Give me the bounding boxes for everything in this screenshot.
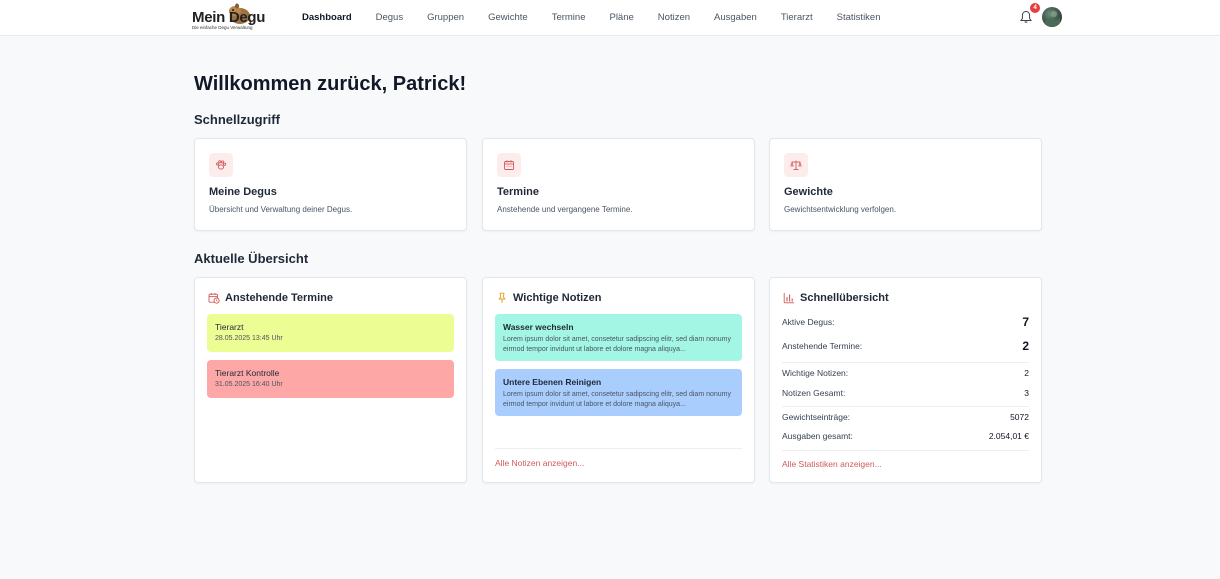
bar-chart-icon xyxy=(783,293,794,304)
appointment-title: Tierarzt xyxy=(215,322,244,332)
nav-dashboard[interactable]: Dashboard xyxy=(302,12,352,23)
stat-value: 5072 xyxy=(1010,412,1029,422)
nav-notizen[interactable]: Notizen xyxy=(658,12,690,23)
stat-row-weight-entries: Gewichtseinträge: 5072 xyxy=(782,412,1029,422)
divider xyxy=(782,406,1029,407)
stat-label: Ausgaben gesamt: xyxy=(782,431,853,441)
calendar-clock-icon xyxy=(208,293,220,304)
stat-value: 7 xyxy=(1022,315,1029,329)
top-navbar: Mein Degu Die einfache Degu Verwaltung D… xyxy=(0,0,1220,36)
stat-value: 2 xyxy=(1024,368,1029,378)
logo-subtitle: Die einfache Degu Verwaltung xyxy=(192,25,253,30)
nav-plaene[interactable]: Pläne xyxy=(609,12,633,23)
logo-title: Mein Degu xyxy=(192,9,266,26)
paw-icon-box xyxy=(209,153,233,177)
quick-access-heading: Schnellzugriff xyxy=(194,112,280,127)
note-text: Lorem ipsum dolor sit amet, consetetur s… xyxy=(503,391,731,408)
note-title: Wasser wechseln xyxy=(503,322,574,332)
scale-icon xyxy=(790,160,802,170)
paw-icon xyxy=(216,160,227,170)
quick-card-description: Gewichtsentwicklung verfolgen. xyxy=(784,205,897,214)
stat-row-active-degus: Aktive Degus: 7 xyxy=(782,315,1029,329)
card-title: Wichtige Notizen xyxy=(513,292,602,304)
nav-ausgaben[interactable]: Ausgaben xyxy=(714,12,757,23)
nav-degus[interactable]: Degus xyxy=(376,12,403,23)
all-statistics-link[interactable]: Alle Statistiken anzeigen... xyxy=(782,459,882,469)
upcoming-appointments-card: Anstehende Termine Tierarzt 28.05.2025 1… xyxy=(194,277,467,483)
user-avatar[interactable] xyxy=(1042,7,1062,27)
app-logo[interactable]: Mein Degu Die einfache Degu Verwaltung xyxy=(190,2,266,34)
divider xyxy=(782,450,1029,451)
overview-heading: Aktuelle Übersicht xyxy=(194,251,309,266)
card-header: Schnellübersicht xyxy=(783,292,889,304)
appointment-item[interactable]: Tierarzt Kontrolle 31.05.2025 16:40 Uhr xyxy=(207,360,454,398)
stat-row-upcoming-appointments: Anstehende Termine: 2 xyxy=(782,339,1029,353)
nav-statistiken[interactable]: Statistiken xyxy=(837,12,881,23)
nav-tierarzt[interactable]: Tierarzt xyxy=(781,12,813,23)
quick-card-title: Gewichte xyxy=(784,186,833,198)
stat-row-total-notes: Notizen Gesamt: 3 xyxy=(782,388,1029,398)
quick-card-title: Termine xyxy=(497,186,539,198)
notification-bell-icon[interactable] xyxy=(1019,10,1033,24)
notification-count-badge: 4 xyxy=(1030,3,1040,13)
card-header: Wichtige Notizen xyxy=(496,292,602,304)
note-item[interactable]: Wasser wechseln Lorem ipsum dolor sit am… xyxy=(495,314,742,361)
quick-stats-card: Schnellübersicht Aktive Degus: 7 Anstehe… xyxy=(769,277,1042,483)
card-title: Schnellübersicht xyxy=(800,292,889,304)
card-header: Anstehende Termine xyxy=(208,292,333,304)
nav-gruppen[interactable]: Gruppen xyxy=(427,12,464,23)
main-navigation: Dashboard Degus Gruppen Gewichte Termine… xyxy=(302,0,905,35)
note-item[interactable]: Untere Ebenen Reinigen Lorem ipsum dolor… xyxy=(495,369,742,416)
calendar-icon-box xyxy=(497,153,521,177)
stat-value: 2 xyxy=(1022,339,1029,353)
appointment-title: Tierarzt Kontrolle xyxy=(215,368,280,378)
quick-card-description: Übersicht und Verwaltung deiner Degus. xyxy=(209,205,353,214)
avatar-image-icon xyxy=(1045,11,1060,27)
appointment-date: 31.05.2025 16:40 Uhr xyxy=(215,381,283,388)
appointment-item[interactable]: Tierarzt 28.05.2025 13:45 Uhr xyxy=(207,314,454,352)
all-notes-link[interactable]: Alle Notizen anzeigen... xyxy=(495,458,584,468)
divider xyxy=(782,362,1029,363)
stat-label: Notizen Gesamt: xyxy=(782,388,846,398)
note-text: Lorem ipsum dolor sit amet, consetetur s… xyxy=(503,336,731,353)
stat-label: Gewichtseinträge: xyxy=(782,412,851,422)
calendar-icon xyxy=(504,160,514,170)
stat-value: 3 xyxy=(1024,388,1029,398)
nav-gewichte[interactable]: Gewichte xyxy=(488,12,528,23)
quick-card-title: Meine Degus xyxy=(209,186,277,198)
stat-row-important-notes: Wichtige Notizen: 2 xyxy=(782,368,1029,378)
appointment-date: 28.05.2025 13:45 Uhr xyxy=(215,335,283,342)
pin-icon xyxy=(498,292,506,303)
stat-label: Anstehende Termine: xyxy=(782,341,863,351)
quick-card-termine[interactable]: Termine Anstehende und vergangene Termin… xyxy=(482,138,755,231)
important-notes-card: Wichtige Notizen Wasser wechseln Lorem i… xyxy=(482,277,755,483)
stat-row-total-expenses: Ausgaben gesamt: 2.054,01 € xyxy=(782,431,1029,441)
nav-termine[interactable]: Termine xyxy=(552,12,586,23)
scale-icon-box xyxy=(784,153,808,177)
quick-card-gewichte[interactable]: Gewichte Gewichtsentwicklung verfolgen. xyxy=(769,138,1042,231)
quick-card-description: Anstehende und vergangene Termine. xyxy=(497,205,633,214)
stat-label: Aktive Degus: xyxy=(782,317,835,327)
quick-card-degus[interactable]: Meine Degus Übersicht und Verwaltung dei… xyxy=(194,138,467,231)
card-title: Anstehende Termine xyxy=(225,292,333,304)
note-title: Untere Ebenen Reinigen xyxy=(503,377,602,387)
stat-value: 2.054,01 € xyxy=(988,431,1029,441)
divider xyxy=(495,448,742,449)
stat-label: Wichtige Notizen: xyxy=(782,368,849,378)
page-title: Willkommen zurück, Patrick! xyxy=(194,73,467,95)
